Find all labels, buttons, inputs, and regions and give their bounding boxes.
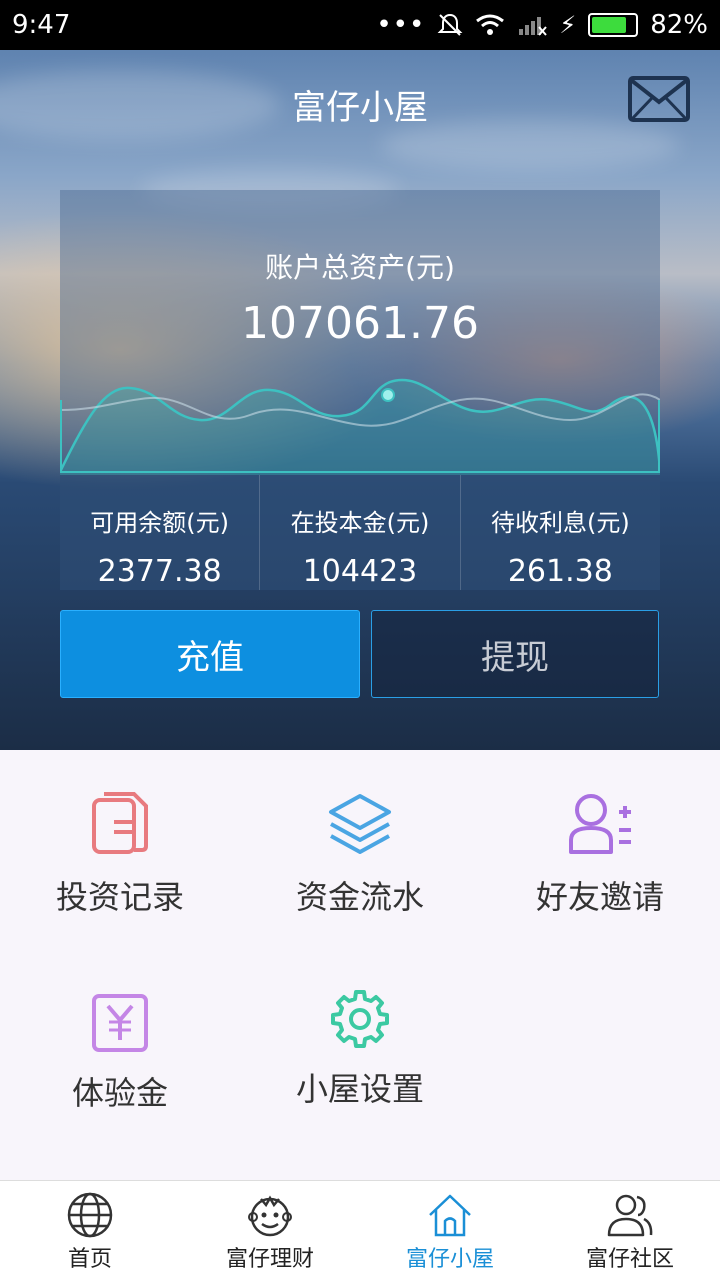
status-icons: ••• ⚡ 82% [376, 10, 708, 40]
mail-icon[interactable] [628, 76, 690, 122]
stat-value: 104423 [302, 554, 418, 589]
account-hero: 富仔小屋 账户总资产(元) 107061.76 可用余额(元) 2377.38 … [0, 50, 720, 750]
layers-icon [329, 794, 391, 854]
bottom-tab-bar: 首页 富仔理财 富仔小屋 富仔社区 [0, 1180, 720, 1281]
wifi-icon [476, 14, 505, 35]
menu-item-label: 体验金 [71, 1074, 168, 1112]
stat-pending-interest: 待收利息(元) 261.38 [461, 475, 660, 590]
users-icon [607, 1194, 653, 1237]
stat-label: 在投本金(元) [290, 509, 430, 537]
total-assets-label: 账户总资产(元) [265, 251, 455, 284]
signal-icon [519, 17, 548, 36]
status-bar: 9:47 ••• ⚡ 82% [0, 0, 720, 50]
tab-label: 富仔小屋 [405, 1247, 494, 1272]
wave-highlight-point [381, 388, 395, 402]
account-stats: 可用余额(元) 2377.38 在投本金(元) 104423 待收利息(元) 2… [60, 475, 660, 590]
tab-cabin[interactable]: 富仔小屋 [360, 1181, 540, 1281]
menu-item-label: 小屋设置 [295, 1070, 424, 1108]
tab-label: 富仔社区 [585, 1247, 674, 1272]
charging-bolt-icon: ⚡ [559, 11, 577, 39]
documents-icon [92, 792, 148, 854]
tab-label: 首页 [67, 1247, 112, 1272]
menu-item-trial-fund[interactable]: 体验金 [0, 992, 240, 1114]
menu-item-label: 好友邀请 [535, 878, 664, 916]
stat-value: 261.38 [507, 554, 613, 589]
asset-wave-graphic [60, 378, 660, 475]
tab-label: 富仔理财 [225, 1247, 314, 1272]
menu-item-label: 资金流水 [295, 878, 424, 916]
yuan-voucher-icon [92, 994, 148, 1052]
add-friend-icon [569, 794, 631, 854]
stat-label: 可用余额(元) [90, 509, 230, 537]
menu-item-label: 投资记录 [55, 878, 184, 916]
feature-menu: 投资记录 资金流水 好友邀请 体验金 小屋设置 [0, 750, 720, 1180]
withdraw-button[interactable]: 提现 [371, 610, 659, 698]
gear-icon [331, 990, 389, 1048]
globe-icon [67, 1192, 113, 1238]
monkey-icon [248, 1195, 292, 1237]
total-assets-value: 107061.76 [241, 298, 479, 349]
stat-label: 待收利息(元) [490, 509, 630, 537]
tab-wealth[interactable]: 富仔理财 [180, 1181, 360, 1281]
status-time: 9:47 [12, 10, 71, 40]
stat-value: 2377.38 [97, 554, 222, 589]
tab-community[interactable]: 富仔社区 [540, 1181, 720, 1281]
menu-item-investment-records[interactable]: 投资记录 [0, 790, 240, 918]
recharge-button[interactable]: 充值 [60, 610, 360, 698]
stat-invested-principal: 在投本金(元) 104423 [260, 475, 461, 590]
bell-muted-icon [437, 13, 463, 36]
battery-icon [588, 13, 639, 37]
menu-item-invite-friends[interactable]: 好友邀请 [480, 790, 720, 918]
house-icon [429, 1194, 471, 1237]
menu-item-fund-flow[interactable]: 资金流水 [240, 790, 480, 918]
asset-card: 账户总资产(元) 107061.76 可用余额(元) 2377.38 在投本金(… [60, 190, 660, 590]
tab-home[interactable]: 首页 [0, 1181, 180, 1281]
page-title: 富仔小屋 [292, 88, 428, 128]
battery-percent: 82% [650, 10, 708, 40]
stat-available-balance: 可用余额(元) 2377.38 [60, 475, 261, 590]
menu-item-cabin-settings[interactable]: 小屋设置 [240, 988, 480, 1110]
more-dots-icon: ••• [376, 10, 426, 40]
battery-fill [592, 17, 627, 33]
